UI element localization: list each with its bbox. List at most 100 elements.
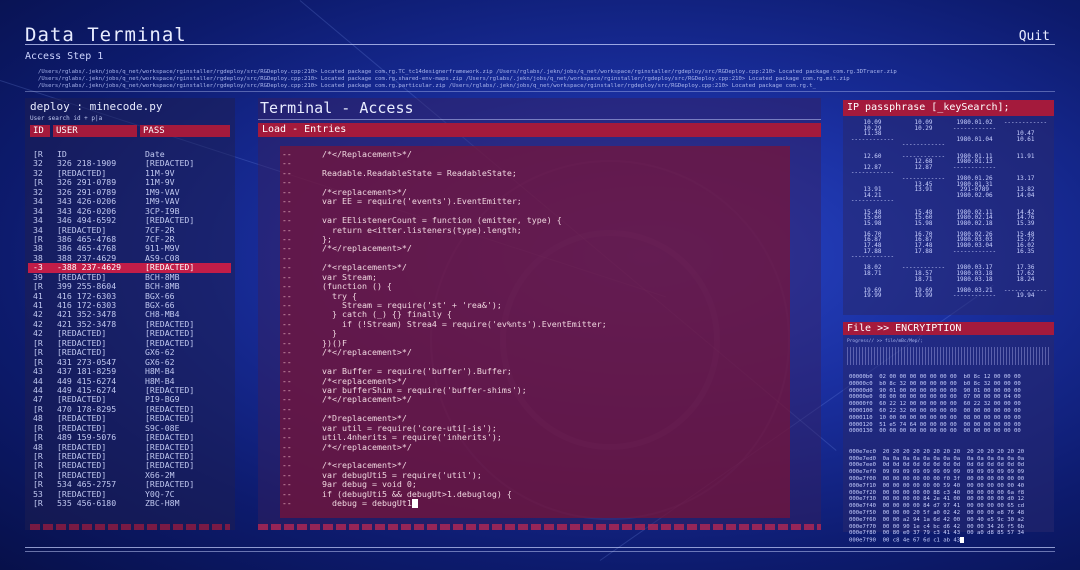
footer-divider — [25, 551, 1055, 552]
gutter-marker: -- — [282, 376, 292, 386]
gutter-marker: -- — [282, 348, 292, 358]
path-log-line: /Users/rglabs/.jekn/jobs/q_net/workspace… — [38, 69, 897, 75]
app-title: Data Terminal — [25, 24, 187, 46]
file-encryption-header: File >> ENCRYIPTION — [843, 322, 1054, 335]
gutter-marker: -- — [282, 225, 292, 235]
user-list-panel: deploy : minecode.py User search id + p|… — [25, 98, 235, 530]
hex-row-text: 000e7f70 00 00 90 1e c4 bc d6 42 00 00 3… — [849, 523, 1025, 530]
gutter-marker: -- — [282, 461, 292, 471]
gutter-marker: -- — [282, 338, 292, 348]
hex-row-text: 00000c0 b0 8c 32 00 00 00 00 00 b0 8c 32… — [849, 380, 1021, 387]
hex-row: 000e7ef0 09 09 09 09 09 09 09 09 09 09 0… — [849, 469, 1049, 476]
hex-row-text: 000e7f40 00 00 00 00 84 d7 97 41 00 00 0… — [849, 503, 1025, 510]
text-cursor — [960, 537, 965, 544]
code-editor[interactable]: -- -- -- -- -- -- -- -- -- -- -- -- -- -- -- -- -- -- -- --… — [280, 146, 790, 518]
hex-row: 000e7f20 00 00 00 00 00 88 c3 40 00 00 0… — [849, 490, 1049, 497]
code-line: /*</replacement>*/ — [322, 441, 782, 452]
code-line: /*</replacement>*/ — [322, 347, 782, 357]
column-header-id: ID — [30, 125, 50, 137]
hex-row: 000e7f90 00 c8 4e 67 6d c1 ab 43 — [849, 537, 1049, 544]
hex-row: 0000130 00 00 00 00 00 00 00 00 00 00 00… — [849, 428, 1049, 435]
hex-row-text: 0000100 60 22 32 00 00 00 00 00 00 00 00… — [849, 407, 1021, 414]
hex-row: 0000110 10 00 00 00 00 00 00 00 08 00 00… — [849, 415, 1049, 422]
gutter-marker: -- — [282, 263, 292, 273]
hex-row: 000e7f00 00 00 00 00 00 00 f0 3f 00 00 0… — [849, 476, 1049, 483]
gutter-marker: -- — [282, 150, 292, 159]
cell-id: [R — [33, 498, 43, 509]
ip-passphrase-panel: IP passphrase [_keySearch]; 10.09 10.09 19… — [843, 100, 1054, 315]
hex-row-text: 00000d0 90 01 00 00 00 00 00 00 90 01 00… — [849, 387, 1021, 394]
hex-row: 0000100 60 22 32 00 00 00 00 00 00 00 00… — [849, 408, 1049, 415]
gutter-marker: -- — [282, 367, 292, 377]
code-text: /*</Replacement>*/ Readable.ReadableState… — [322, 149, 782, 509]
gutter-marker: -- — [282, 310, 292, 320]
code-line-text: /*</replacement>*/ — [322, 394, 412, 405]
deploy-label: deploy : minecode.py — [30, 100, 163, 113]
code-line-text: var EE = require('events').EventEmitter; — [322, 196, 522, 207]
gutter-marker: -- — [282, 187, 292, 197]
hex-row-text: 000e7ef0 09 09 09 09 09 09 09 09 09 09 0… — [849, 469, 1025, 476]
gutter-marker: -- — [282, 206, 292, 216]
terminal-panel: Terminal - Access Load - Entries -- -- -- -… — [258, 98, 821, 530]
hex-row-text: 000e7f90 00 c8 4e 67 6d c1 ab 43 — [849, 537, 961, 544]
hex-row-text: 000e7ec0 20 20 20 20 20 20 20 20 20 20 2… — [849, 448, 1025, 455]
hex-row — [849, 435, 1049, 442]
code-line: debug = debugUt1 — [322, 498, 782, 509]
hex-row: 000e7ec0 20 20 20 20 20 20 20 20 20 20 2… — [849, 449, 1049, 456]
hex-row: 000e7f40 00 00 00 00 84 d7 97 41 00 00 0… — [849, 503, 1049, 510]
ip-passphrase-header: IP passphrase [_keySearch]; — [843, 100, 1054, 116]
code-line-text: /*</replacement>*/ — [322, 243, 412, 254]
gutter-marker: -- — [282, 404, 292, 414]
hex-row-text: 000e7f50 00 00 00 20 5f a0 02 42 00 00 0… — [849, 509, 1025, 516]
progress-barcode — [847, 347, 1050, 365]
ip-cell: ------------ — [952, 292, 997, 300]
access-step-label: Access Step 1 — [25, 51, 104, 62]
code-line-text: /*</Replacement>*/ — [322, 149, 412, 159]
hex-row-text: 000e7f80 00 80 e0 37 79 c3 41 43 00 a0 d… — [849, 530, 1025, 537]
code-line: /*</replacement>*/ — [322, 395, 782, 404]
hex-row: 000e7f30 00 00 00 00 84 2e 41 00 00 00 0… — [849, 496, 1049, 503]
hex-row: 000e7f80 00 80 e0 37 79 c3 41 43 00 a0 d… — [849, 530, 1049, 537]
gutter-marker: -- — [282, 395, 292, 405]
hex-row-text: 000e7f60 00 00 a2 94 1a 6d 42 00 00 40 e… — [849, 516, 1025, 523]
header-divider — [25, 44, 1055, 45]
code-line: return e<itter.listeners(type).length; — [322, 225, 782, 235]
user-table-body: [R ID Date 32 326 218-1909 [REDACTED] 32 [REDAC… — [28, 149, 231, 509]
column-header-user: USER — [53, 125, 137, 137]
hex-row: 000e7ee0 0d 0d 0d 0d 0d 0d 0d 0d 0d 0d 0… — [849, 462, 1049, 469]
hex-row-text: 00000f0 60 22 12 00 00 00 00 00 60 22 32… — [849, 401, 1021, 408]
gutter-marker: -- — [282, 452, 292, 461]
hex-row-text: 000e7ed0 0a 0a 0a 0a 0a 0a 0a 0a 0a 0a 0… — [849, 455, 1025, 462]
gutter-marker: -- — [282, 244, 292, 254]
terminal-title: Terminal - Access — [258, 98, 821, 120]
code-line: /*</replacement>*/ — [322, 244, 782, 253]
gutter-marker: -- — [282, 291, 292, 301]
hex-row: 000e7ed0 0a 0a 0a 0a 0a 0a 0a 0a 0a 0a 0… — [849, 456, 1049, 463]
code-line-text: /*</replacement>*/ — [322, 441, 412, 452]
load-entries-header: Load - Entries — [258, 123, 821, 137]
quit-button[interactable]: Quit — [1019, 29, 1050, 44]
hex-row-text: 000e7f20 00 00 00 00 00 88 c3 40 00 00 0… — [849, 489, 1025, 496]
hex-row-text: 0000120 51 e5 74 64 00 00 00 00 00 00 00… — [849, 421, 1021, 428]
table-row[interactable]: [R 535 456-6180 ZBC-H8M — [33, 498, 231, 509]
hex-row: 00000b0 02 00 00 00 00 00 00 00 b0 8c 12… — [849, 374, 1049, 381]
gutter-marker: -- — [282, 433, 292, 443]
code-line-text: Readable.ReadableState = ReadableState; — [322, 167, 517, 178]
cell-pass: ZBC-H8M — [145, 498, 180, 509]
cell-user: 535 456-6180 — [57, 498, 117, 509]
gutter-marker: -- — [282, 470, 292, 480]
hex-row: 000e7f10 00 00 00 00 00 00 59 40 00 00 0… — [849, 483, 1049, 490]
code-line: /*</Replacement>*/ — [322, 149, 782, 159]
hex-row-text: 0000110 10 00 00 00 00 00 00 00 08 00 00… — [849, 414, 1021, 421]
gutter-marker: -- — [282, 442, 292, 452]
gutter-marker: -- — [282, 319, 292, 329]
hex-row: 00000f0 60 22 12 00 00 00 00 00 60 22 32… — [849, 401, 1049, 408]
gutter-marker: -- — [282, 178, 292, 188]
gutter-marker: -- — [282, 499, 292, 509]
file-encryption-panel: File >> ENCRYIPTION Progress// >> file/m… — [843, 322, 1054, 544]
hex-row-text: 000e7f30 00 00 00 00 84 2e 41 00 00 00 0… — [849, 496, 1025, 503]
ip-row: 19.99 19.99 ------------ 19.94 — [847, 293, 1051, 299]
ip-number-table: 10.09 10.09 1980.01.02 ------------ 10.29 10.… — [847, 120, 1051, 299]
gutter-marker: -- — [282, 282, 292, 292]
gutter-marker: -- — [282, 423, 292, 433]
